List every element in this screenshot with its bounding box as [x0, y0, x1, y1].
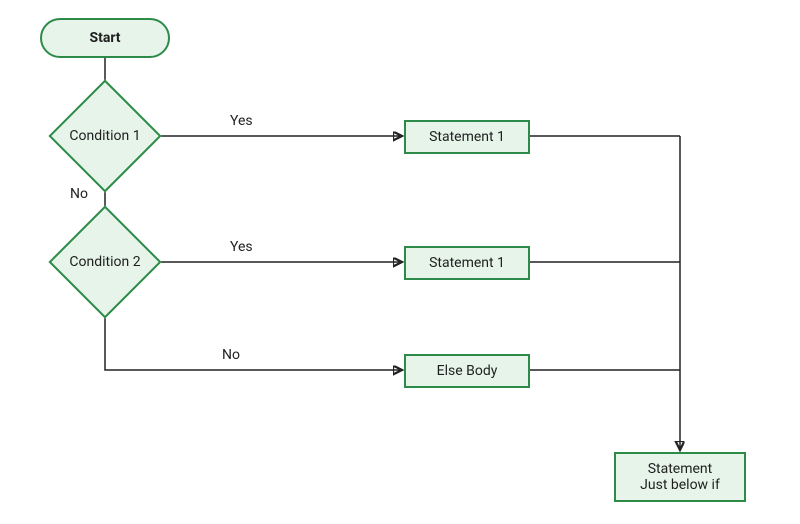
final-statement-label: Statement Just below if [640, 461, 720, 493]
decision-condition-1: Condition 1 [65, 96, 145, 176]
condition-1-label: Condition 1 [69, 128, 140, 144]
final-statement-node: Statement Just below if [614, 452, 746, 502]
statement-1b-label: Statement 1 [429, 255, 505, 271]
edge-label-cond1-no: No [70, 186, 88, 202]
start-node: Start [40, 18, 170, 58]
statement-1a-node: Statement 1 [404, 120, 530, 154]
condition-2-label: Condition 2 [69, 254, 140, 270]
edge-label-cond2-yes: Yes [230, 239, 253, 255]
else-body-label: Else Body [437, 363, 498, 379]
start-label: Start [89, 30, 120, 46]
flowchart-canvas: Start Condition 1 Condition 2 Statement … [0, 0, 800, 524]
decision-condition-2: Condition 2 [65, 222, 145, 302]
statement-1b-node: Statement 1 [404, 246, 530, 280]
statement-1a-label: Statement 1 [429, 129, 505, 145]
edge-label-cond2-no: No [222, 347, 240, 363]
edge-label-cond1-yes: Yes [230, 113, 253, 129]
else-body-node: Else Body [404, 354, 530, 388]
